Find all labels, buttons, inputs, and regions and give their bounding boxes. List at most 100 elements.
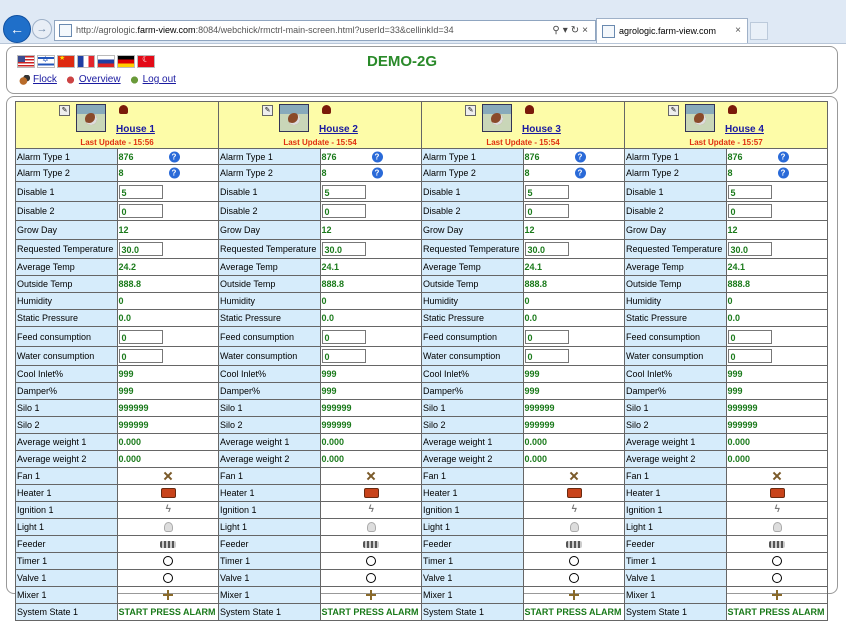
value-input[interactable]: 5 — [727, 184, 772, 199]
row-label: Damper% — [219, 383, 321, 399]
data-row: Average weight 2 0.000 — [625, 451, 827, 468]
edit-icon[interactable]: ✎ — [262, 105, 273, 116]
value-input[interactable]: 0 — [118, 329, 163, 344]
tr-flag-icon[interactable] — [137, 55, 155, 68]
back-button[interactable]: ← — [3, 15, 31, 43]
data-row: Light 1 — [219, 519, 421, 536]
value-input[interactable]: 5 — [118, 184, 163, 199]
forward-button[interactable]: → — [32, 19, 52, 39]
help-icon[interactable]: ? — [168, 151, 180, 162]
row-value: 999999 — [321, 400, 422, 416]
value-input[interactable]: 5 — [524, 184, 569, 199]
data-row: Silo 2 999999 — [219, 417, 421, 434]
value-input[interactable]: 5 — [321, 184, 366, 199]
flock-link[interactable]: Flock — [33, 74, 57, 85]
il-flag-icon[interactable] — [37, 55, 55, 68]
device-status — [321, 468, 422, 484]
overview-icon — [64, 74, 76, 85]
data-row: Average Temp 24.1 — [219, 259, 421, 276]
row-label: Outside Temp — [16, 276, 118, 292]
row-value: 0.000 — [524, 434, 625, 450]
de-flag-icon[interactable] — [117, 55, 135, 68]
edit-icon[interactable]: ✎ — [59, 105, 70, 116]
cn-flag-icon[interactable] — [57, 55, 75, 68]
data-row: Water consumption 0 — [16, 347, 218, 366]
value-input[interactable]: 0 — [118, 204, 163, 218]
edit-icon[interactable]: ✎ — [668, 105, 679, 116]
address-tools[interactable]: ⚲▾↻× — [552, 21, 591, 40]
alarm-bell-icon[interactable] — [525, 105, 534, 114]
us-flag-icon[interactable] — [17, 55, 35, 68]
value-input[interactable]: 30.0 — [321, 242, 366, 256]
house-image[interactable] — [482, 104, 512, 132]
help-icon[interactable]: ? — [371, 151, 383, 162]
tab-close-icon[interactable]: × — [735, 19, 741, 43]
row-value: 0 — [524, 327, 625, 346]
device-status — [118, 519, 219, 535]
house-image[interactable] — [76, 104, 106, 132]
value-input[interactable]: 0 — [321, 349, 366, 363]
alarm-bell-icon[interactable] — [728, 105, 737, 114]
help-icon[interactable]: ? — [574, 151, 586, 162]
data-row: Cool Inlet% 999 — [16, 366, 218, 383]
house-link[interactable]: House 3 — [522, 124, 561, 135]
house-image[interactable] — [685, 104, 715, 132]
alarm-bell-icon[interactable] — [119, 105, 128, 114]
row-label: Fan 1 — [422, 468, 524, 484]
value-text: 0.000 — [118, 454, 142, 464]
data-row: Average weight 1 0.000 — [625, 434, 827, 451]
browser-tab[interactable]: agrologic.farm-view.com × — [596, 18, 748, 43]
row-label: Light 1 — [16, 519, 118, 535]
value-input[interactable]: 30.0 — [727, 242, 772, 256]
row-value: 876? — [118, 149, 219, 164]
value-input[interactable]: 0 — [321, 204, 366, 218]
logout-link[interactable]: Log out — [143, 74, 176, 85]
row-value: 0.0 — [321, 310, 422, 326]
row-label: Water consumption — [16, 347, 118, 365]
help-icon[interactable]: ? — [371, 167, 383, 179]
help-icon[interactable]: ? — [777, 151, 789, 162]
help-icon[interactable]: ? — [168, 167, 180, 179]
help-icon[interactable]: ? — [777, 167, 789, 179]
house-image[interactable] — [279, 104, 309, 132]
value-input[interactable]: 0 — [524, 329, 569, 344]
house-link[interactable]: House 4 — [725, 124, 764, 135]
system-state: START PRESS ALARM — [118, 604, 219, 620]
data-row: Average weight 2 0.000 — [422, 451, 624, 468]
address-bar[interactable]: http://agrologic.farm-view.com:8084/webc… — [54, 20, 596, 41]
house-link[interactable]: House 2 — [319, 124, 358, 135]
ru-flag-icon[interactable] — [97, 55, 115, 68]
value-text: 999 — [524, 386, 540, 396]
data-row: Ignition 1 ϟ — [422, 502, 624, 519]
value-input[interactable]: 0 — [727, 329, 772, 344]
alarm-bell-icon[interactable] — [322, 105, 331, 114]
valve-icon — [772, 573, 783, 583]
value-input[interactable]: 0 — [727, 204, 772, 218]
house-link[interactable]: House 1 — [116, 124, 155, 135]
value-input[interactable]: 0 — [321, 329, 366, 344]
value-input[interactable]: 0 — [524, 204, 569, 218]
value-text: 888.8 — [321, 279, 345, 289]
value-text: 999 — [321, 369, 337, 379]
search-icon[interactable]: ⚲ — [552, 25, 562, 36]
overview-link[interactable]: Overview — [79, 74, 121, 85]
house-column: ✎ House 3 Last Update - 15:54 Alarm Type 18… — [421, 101, 624, 621]
value-input[interactable]: 0 — [118, 349, 163, 363]
data-row: Mixer 1 — [422, 587, 624, 604]
data-row: Light 1 — [16, 519, 218, 536]
row-label: Alarm Type 2 — [16, 165, 118, 181]
dropdown-icon[interactable]: ▾ — [563, 25, 571, 36]
help-icon[interactable]: ? — [574, 167, 586, 179]
value-input[interactable]: 0 — [727, 349, 772, 363]
close-icon[interactable]: × — [582, 25, 591, 36]
value-text: 0 — [524, 296, 530, 306]
edit-icon[interactable]: ✎ — [465, 105, 476, 116]
refresh-icon[interactable]: ↻ — [571, 25, 582, 36]
fr-flag-icon[interactable] — [77, 55, 95, 68]
value-input[interactable]: 30.0 — [118, 242, 163, 256]
new-tab-button[interactable] — [750, 22, 768, 40]
value-input[interactable]: 30.0 — [524, 242, 569, 256]
value-text: 24.1 — [524, 262, 543, 272]
row-label: Mixer 1 — [625, 587, 727, 603]
value-input[interactable]: 0 — [524, 349, 569, 363]
